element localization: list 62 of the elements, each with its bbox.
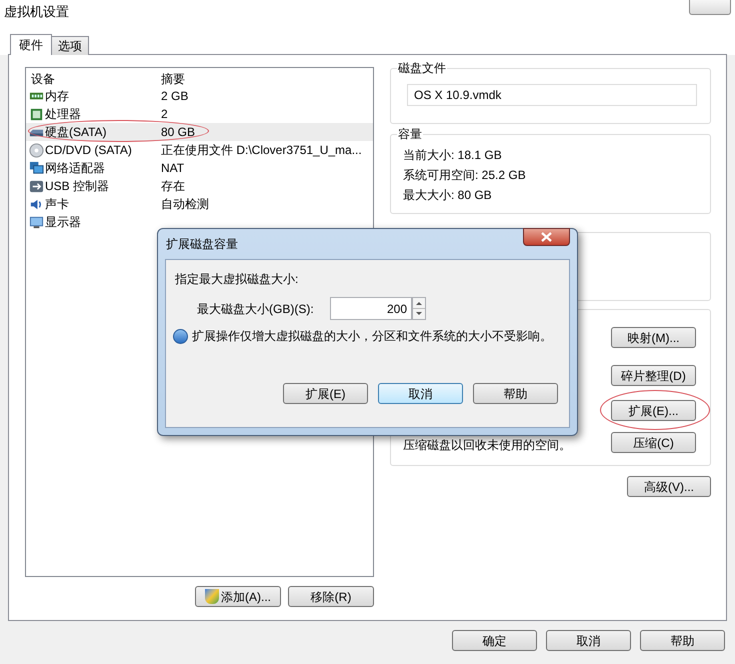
device-row[interactable]: USB 控制器 存在 xyxy=(26,177,373,195)
dialog-button[interactable]: 确定 xyxy=(452,630,537,651)
chip-icon xyxy=(29,106,44,122)
window-control-button[interactable] xyxy=(689,0,731,15)
info-text: 扩展操作仅增大虚拟磁盘的大小，分区和文件系统的大小不受影响。 xyxy=(192,328,552,345)
dialog-button[interactable]: 帮助 xyxy=(640,630,725,651)
close-icon xyxy=(541,232,552,242)
column-header[interactable]: 设备 xyxy=(26,70,156,88)
device-name: 硬盘(SATA) xyxy=(45,124,107,141)
disk-file-field[interactable]: OS X 10.9.vmdk xyxy=(407,84,697,106)
device-name: CD/DVD (SATA) xyxy=(45,142,132,159)
size-label: 最大磁盘大小(GB)(S): xyxy=(197,300,315,318)
group-title: 容量 xyxy=(397,127,423,141)
monitor-icon xyxy=(29,214,44,230)
device-row[interactable]: 显示器 xyxy=(26,213,373,231)
spinner-control[interactable] xyxy=(412,297,426,320)
device-button[interactable]: 添加(A)... xyxy=(195,586,281,607)
utility-button[interactable]: 映射(M)... xyxy=(611,327,696,348)
tab[interactable]: 选项 xyxy=(52,36,89,55)
utility-button[interactable]: 扩展(E)... xyxy=(611,400,696,421)
close-button[interactable] xyxy=(523,228,570,246)
device-summary: 80 GB xyxy=(160,124,196,141)
dialog-button[interactable]: 帮助 xyxy=(473,383,558,404)
device-row[interactable]: 内存 2 GB xyxy=(26,87,373,105)
dialog-button[interactable]: 扩展(E) xyxy=(283,383,368,404)
device-summary: 正在使用文件 D:\Clover3751_U_ma... xyxy=(160,142,362,159)
capacity-text: 最大大小: 80 GB xyxy=(403,187,493,203)
advanced-button[interactable]: 高级(V)... xyxy=(627,476,711,497)
size-input-field[interactable]: 200 xyxy=(330,297,412,320)
device-button[interactable]: 移除(R) xyxy=(288,586,374,607)
utility-button[interactable]: 碎片整理(D) xyxy=(611,365,696,386)
device-name: 处理器 xyxy=(45,106,81,123)
dialog-title: 扩展磁盘容量 xyxy=(165,236,238,253)
tab[interactable]: 硬件 xyxy=(10,34,52,55)
dialog-button[interactable]: 取消 xyxy=(546,630,631,651)
disc-icon xyxy=(29,142,44,158)
device-name: 网络适配器 xyxy=(45,160,105,177)
capacity-text: 当前大小: 18.1 GB xyxy=(403,147,503,163)
group-title: 磁盘文件 xyxy=(397,61,447,75)
utility-button[interactable]: 压缩(C) xyxy=(611,432,696,453)
device-row[interactable]: 声卡 自动检测 xyxy=(26,195,373,213)
device-row[interactable]: 处理器 2 xyxy=(26,105,373,123)
device-summary: 2 xyxy=(160,106,168,123)
column-header[interactable]: 摘要 xyxy=(156,70,185,88)
device-summary: 自动检测 xyxy=(160,196,209,213)
dialog-button[interactable]: 取消 xyxy=(378,383,463,404)
device-summary: 存在 xyxy=(160,178,185,195)
dialog-prompt: 指定最大虚拟磁盘大小: xyxy=(175,271,300,287)
network-icon xyxy=(29,160,44,176)
device-summary: 2 GB xyxy=(160,88,188,105)
shield-icon xyxy=(205,589,219,604)
device-name: 显示器 xyxy=(45,214,81,231)
device-row[interactable]: 硬盘(SATA) 80 GB xyxy=(26,123,373,141)
device-row[interactable]: 网络适配器 NAT xyxy=(26,159,373,177)
device-row[interactable]: CD/DVD (SATA) 正在使用文件 D:\Clover3751_U_ma... xyxy=(26,141,373,159)
device-name: 内存 xyxy=(45,88,69,105)
device-summary: NAT xyxy=(160,160,184,177)
window-title: 虚拟机设置 xyxy=(3,3,69,21)
capacity-text: 系统可用空间: 25.2 GB xyxy=(403,167,527,183)
device-name: USB 控制器 xyxy=(45,178,110,195)
device-name: 声卡 xyxy=(45,196,69,213)
compact-note: 压缩磁盘以回收未使用的空间。 xyxy=(403,437,571,454)
